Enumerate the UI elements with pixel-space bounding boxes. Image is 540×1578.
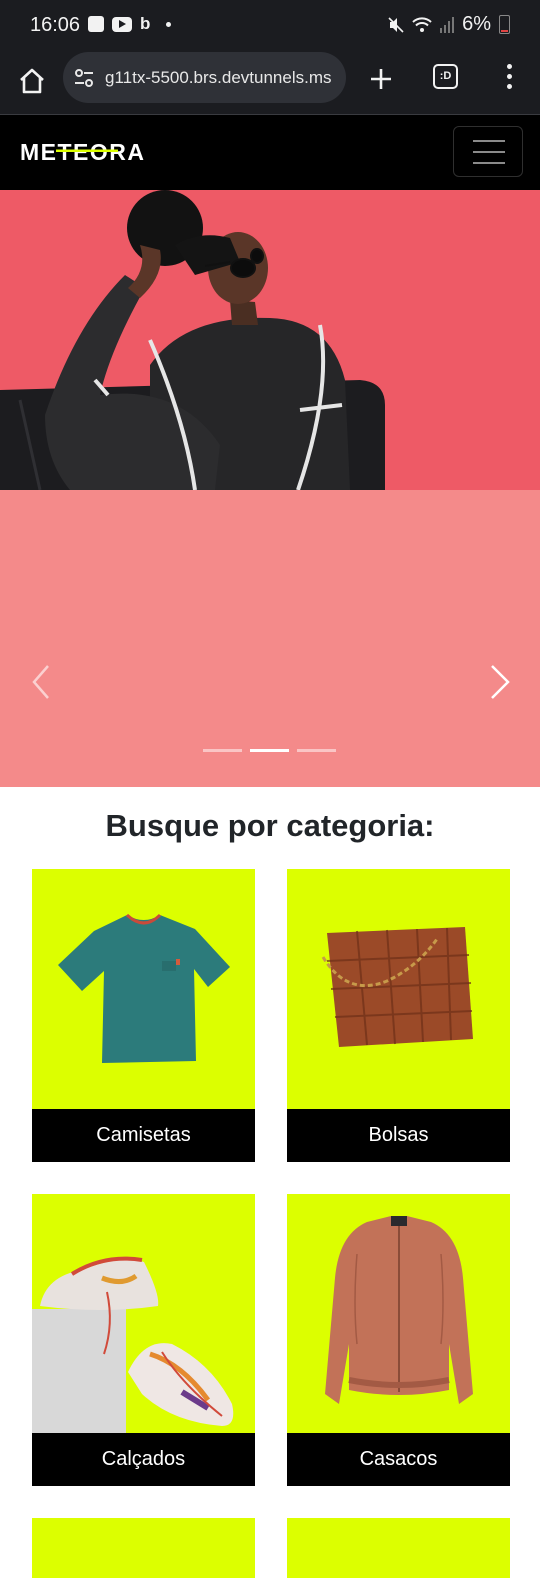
carousel-indicator[interactable] [203, 749, 242, 752]
hamburger-line [473, 151, 505, 153]
browser-toolbar: g11tx-5500.brs.devtunnels.ms :D [0, 50, 540, 115]
carousel-next-icon[interactable] [486, 664, 514, 700]
jacket-icon [325, 1216, 473, 1404]
categories-title: Busque por categoria: [105, 808, 435, 843]
url-text[interactable]: g11tx-5500.brs.devtunnels.ms [105, 68, 331, 88]
wifi-icon [412, 16, 432, 32]
handbag-icon [321, 927, 473, 1047]
gallery-notification-icon [88, 16, 104, 32]
hamburger-line [473, 162, 505, 164]
tshirt-icon [58, 913, 230, 1063]
system-icons: 6% [388, 13, 510, 36]
category-card-camisetas[interactable]: Camisetas [32, 869, 255, 1162]
category-label[interactable]: Camisetas [32, 1109, 255, 1162]
youtube-notification-icon [112, 16, 132, 32]
mute-icon [388, 16, 404, 33]
battery-icon [499, 15, 510, 34]
carousel-indicators [203, 749, 336, 752]
status-bar: 16:06 b 6% [0, 0, 540, 50]
address-bar[interactable]: g11tx-5500.brs.devtunnels.ms [63, 52, 346, 103]
navbar-toggler-button[interactable] [453, 126, 523, 177]
category-label[interactable]: Casacos [287, 1433, 510, 1486]
status-time: 16:06 [30, 14, 81, 36]
category-card-partial[interactable] [32, 1518, 255, 1578]
carousel-prev-icon[interactable] [28, 664, 56, 700]
bing-notification-icon: b [140, 14, 151, 33]
hero-banner-image [0, 190, 540, 490]
site-settings-icon[interactable] [73, 67, 95, 89]
hamburger-line [473, 140, 505, 142]
notification-icons: b [88, 14, 172, 33]
sneakers-icon [32, 1256, 234, 1434]
category-card-bolsas[interactable]: Bolsas [287, 869, 510, 1162]
category-card-casacos[interactable]: Casacos [287, 1194, 510, 1486]
home-icon[interactable] [16, 65, 48, 97]
category-card-partial[interactable] [287, 1518, 510, 1578]
browser-menu-icon[interactable] [505, 64, 513, 92]
carousel-indicator[interactable] [297, 749, 336, 752]
category-label[interactable]: Bolsas [287, 1109, 510, 1162]
new-tab-icon[interactable] [366, 64, 396, 94]
category-card-calcados[interactable]: Calçados [32, 1194, 255, 1486]
battery-percent: 6% [462, 13, 491, 35]
category-label[interactable]: Calçados [32, 1433, 255, 1486]
more-notifications-dot-icon [166, 21, 172, 27]
meteora-logo[interactable]: METEORA [20, 139, 186, 163]
signal-icon [440, 16, 455, 33]
hero-carousel [0, 190, 540, 787]
site-navbar: METEORA [0, 115, 540, 190]
tab-switcher-button[interactable]: :D [433, 64, 458, 89]
carousel-indicator-active[interactable] [250, 749, 289, 752]
